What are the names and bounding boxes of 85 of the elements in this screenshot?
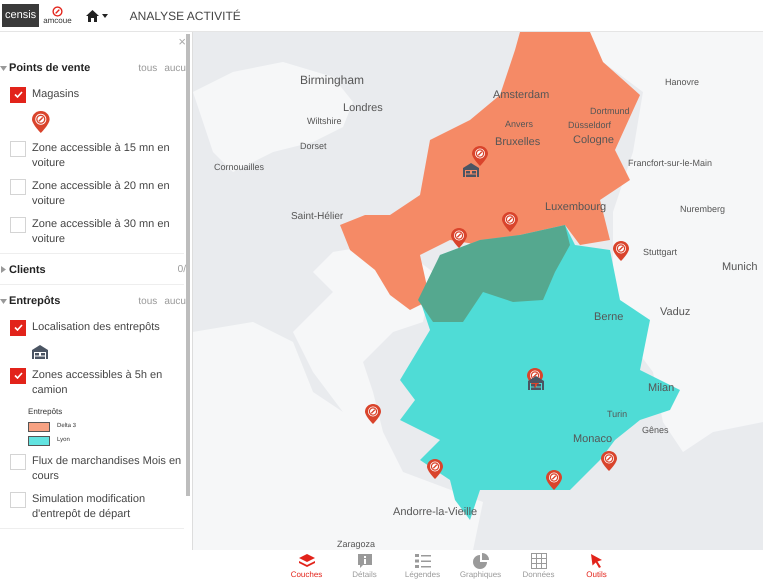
map-label: Vaduz	[660, 307, 690, 318]
map-label: Saint-Hélier	[291, 212, 344, 222]
map-label: Munich	[722, 262, 758, 273]
page-title: ANALYSE ACTIVITÉ	[130, 8, 241, 24]
map-label: Birmingham	[300, 74, 364, 86]
section-toggle[interactable]: Clients	[0, 262, 46, 278]
checkbox[interactable]	[10, 140, 26, 156]
toolbar-tab[interactable]: Détails	[342, 553, 386, 579]
layer-label: Simulation modification d'entrepôt de départ	[32, 492, 146, 522]
map-label: Nuremberg	[680, 205, 726, 214]
toolbar-tab[interactable]: Outils	[574, 553, 618, 579]
legend-title: Entrepôts	[28, 406, 64, 418]
map-pin-icon	[601, 451, 617, 471]
select-link[interactable]: tous	[138, 294, 158, 309]
map-pin-icon	[365, 404, 381, 424]
caret-down-icon	[0, 64, 7, 72]
layer-label: Localisation des entrepôts	[32, 320, 160, 334]
checkbox[interactable]	[10, 454, 26, 470]
map-pin-icon	[472, 146, 488, 166]
map-label: Gênes	[642, 426, 669, 435]
map-label: Anvers	[505, 120, 534, 129]
toolbar-tab[interactable]: Graphiques	[458, 553, 502, 579]
caret-down-icon	[0, 298, 7, 305]
section-toggle[interactable]: Entrepôts	[0, 293, 60, 310]
list-icon	[414, 553, 432, 569]
select-link[interactable]: aucu	[164, 294, 186, 309]
caret-icon	[102, 14, 108, 18]
layer-label: Zone accessible à 30 mn en voiture	[32, 216, 171, 246]
toolbar-tab[interactable]: Données	[516, 553, 560, 579]
section-toggle[interactable]: Points de vente	[0, 60, 90, 76]
layer-label: Magasins	[32, 86, 80, 102]
close-button[interactable]: ×	[178, 35, 186, 48]
map-pin-icon	[502, 212, 518, 232]
caret-right-icon	[0, 266, 7, 274]
map-label: Milan	[648, 383, 674, 394]
info-icon	[356, 553, 372, 569]
check-icon	[14, 324, 22, 331]
map-pin-icon	[546, 470, 562, 490]
map-pin-icon	[32, 110, 50, 132]
home-icon	[86, 10, 99, 22]
layer-label: Zones accessibles à 5h en camion	[32, 368, 164, 398]
map-label: Berne	[594, 312, 624, 323]
checkbox[interactable]	[10, 178, 26, 194]
map-pin-icon	[451, 228, 467, 248]
cursor-icon	[590, 553, 604, 569]
checkbox[interactable]	[10, 368, 26, 384]
layer-count: 0/	[178, 263, 186, 278]
map-label: Monaco	[573, 434, 612, 445]
layers-icon	[298, 553, 316, 569]
checkbox[interactable]	[10, 216, 26, 232]
map-label: Düsseldorf	[568, 121, 612, 130]
map-label: Turin	[607, 410, 628, 419]
map-label: Londres	[343, 103, 383, 114]
map-label: Wiltshire	[307, 117, 342, 126]
map-label: Dortmund	[590, 107, 630, 116]
toolbar-tab[interactable]: Légendes	[400, 553, 444, 579]
map-pin-icon	[613, 241, 629, 261]
logo: censis	[2, 4, 40, 27]
grid-icon	[530, 553, 546, 569]
checkbox[interactable]	[10, 320, 26, 336]
warehouse-icon	[32, 344, 48, 360]
pie-chart-icon	[472, 553, 488, 569]
select-link[interactable]: tous	[138, 60, 158, 76]
layer-label: Zone accessible à 20 mn en voiture	[32, 178, 171, 208]
map-label: Dorset	[300, 142, 327, 151]
home-menu-button[interactable]	[86, 10, 108, 22]
checkbox[interactable]	[10, 492, 26, 508]
map-label: Stuttgart	[643, 248, 678, 257]
map-pin-icon	[427, 459, 443, 479]
warehouse-icon	[463, 162, 479, 178]
layer-label: Zone accessible à 15 mn en voiture	[32, 140, 171, 170]
checkbox[interactable]	[10, 86, 26, 102]
warehouse-icon	[528, 375, 544, 391]
map-label: Zaragoza	[337, 540, 376, 549]
map-label: Francfort-sur-le-Main	[628, 159, 712, 168]
check-icon	[14, 91, 22, 98]
map-label: Hanovre	[665, 78, 700, 87]
map-label: Cornouailles	[214, 163, 264, 172]
partner-logo: amcoue	[43, 17, 72, 25]
select-link[interactable]: aucu	[164, 60, 186, 76]
map-label: Bruxelles	[495, 137, 540, 148]
map-label: Cologne	[573, 135, 614, 146]
toolbar-tab[interactable]: Couches	[284, 553, 328, 579]
layer-label: Flux de marchandises Mois en cours	[32, 454, 182, 484]
check-icon	[14, 372, 22, 379]
